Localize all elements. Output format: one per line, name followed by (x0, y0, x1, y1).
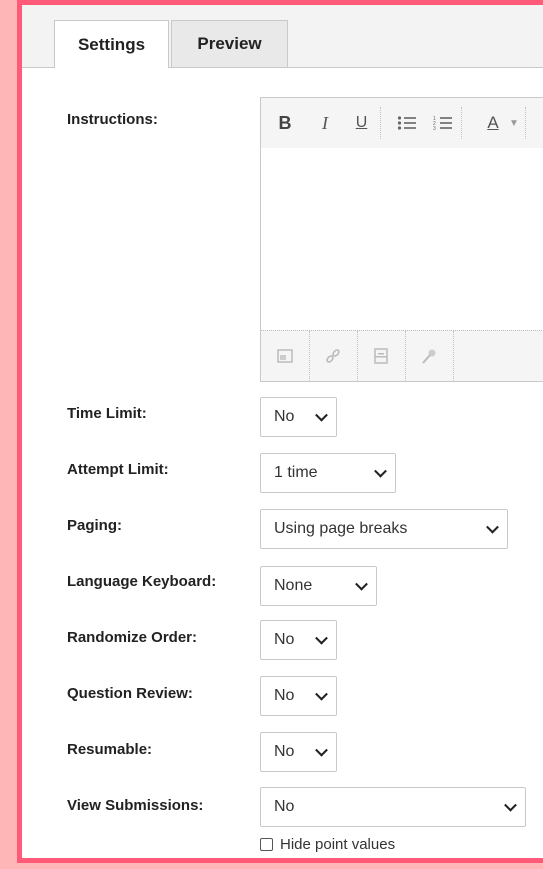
instructions-label: Instructions: (67, 111, 158, 128)
microphone-icon (422, 349, 436, 364)
font-color-button[interactable]: A (481, 107, 505, 139)
bulleted-list-button[interactable] (394, 107, 420, 139)
time-limit-value: No (274, 408, 295, 425)
chevron-down-icon (355, 577, 368, 591)
resumable-label: Resumable: (67, 741, 153, 758)
chevron-down-icon (504, 798, 517, 812)
instructions-text-area[interactable] (261, 148, 543, 333)
archive-icon (374, 348, 388, 364)
chevron-down-icon (374, 464, 387, 478)
chevron-down-icon (315, 408, 328, 422)
attempt-limit-select[interactable]: 1 time (260, 453, 396, 493)
italic-button[interactable]: I (313, 107, 337, 139)
hide-point-values-checkbox[interactable] (260, 838, 273, 851)
language-keyboard-value: None (274, 577, 313, 594)
link-icon (326, 349, 340, 363)
view-submissions-select[interactable]: No (260, 787, 526, 827)
time-limit-label: Time Limit: (67, 405, 147, 422)
question-review-select[interactable]: No (260, 676, 337, 716)
chevron-down-icon (486, 520, 499, 534)
record-audio-button[interactable] (405, 331, 454, 381)
paging-select[interactable]: Using page breaks (260, 509, 508, 549)
toolbar-divider (525, 107, 536, 139)
randomize-order-value: No (274, 631, 295, 648)
editor-toolbar: B I U 1 2 3 A ▼ (261, 98, 543, 149)
question-review-value: No (274, 687, 295, 704)
instructions-editor: B I U 1 2 3 A ▼ (260, 97, 543, 382)
randomize-order-select[interactable]: No (260, 620, 337, 660)
bulleted-list-icon (397, 116, 416, 130)
tab-preview[interactable]: Preview (171, 20, 288, 67)
tab-bar: Settings Preview (22, 5, 543, 68)
chevron-down-icon (315, 743, 328, 757)
bold-button[interactable]: B (273, 107, 297, 139)
hide-point-values-label[interactable]: Hide point values (280, 836, 395, 853)
insert-image-icon (277, 349, 293, 363)
insert-file-button[interactable] (357, 331, 406, 381)
view-submissions-value: No (274, 798, 295, 815)
chevron-down-icon (315, 631, 328, 645)
editor-footer (261, 330, 543, 381)
attempt-limit-label: Attempt Limit: (67, 461, 169, 478)
time-limit-select[interactable]: No (260, 397, 337, 437)
randomize-order-label: Randomize Order: (67, 629, 198, 646)
chevron-down-icon (315, 687, 328, 701)
resumable-value: No (274, 743, 295, 760)
settings-panel: Settings Preview Instructions: B I U 1 2… (17, 0, 543, 863)
attempt-limit-value: 1 time (274, 464, 318, 481)
view-submissions-label: View Submissions: (67, 797, 204, 814)
resumable-select[interactable]: No (260, 732, 337, 772)
paging-value: Using page breaks (274, 520, 408, 537)
insert-image-button[interactable] (261, 331, 310, 381)
language-keyboard-label: Language Keyboard: (67, 573, 217, 590)
question-review-label: Question Review: (67, 685, 193, 702)
font-color-dropdown-icon[interactable]: ▼ (507, 107, 521, 139)
insert-link-button[interactable] (309, 331, 358, 381)
underline-button[interactable]: U (343, 107, 381, 139)
tab-settings[interactable]: Settings (54, 20, 169, 68)
language-keyboard-select[interactable]: None (260, 566, 377, 606)
paging-label: Paging: (67, 517, 122, 534)
numbered-list-icon: 1 2 3 (433, 116, 452, 131)
svg-text:3: 3 (433, 126, 436, 131)
numbered-list-button[interactable]: 1 2 3 (424, 107, 462, 139)
